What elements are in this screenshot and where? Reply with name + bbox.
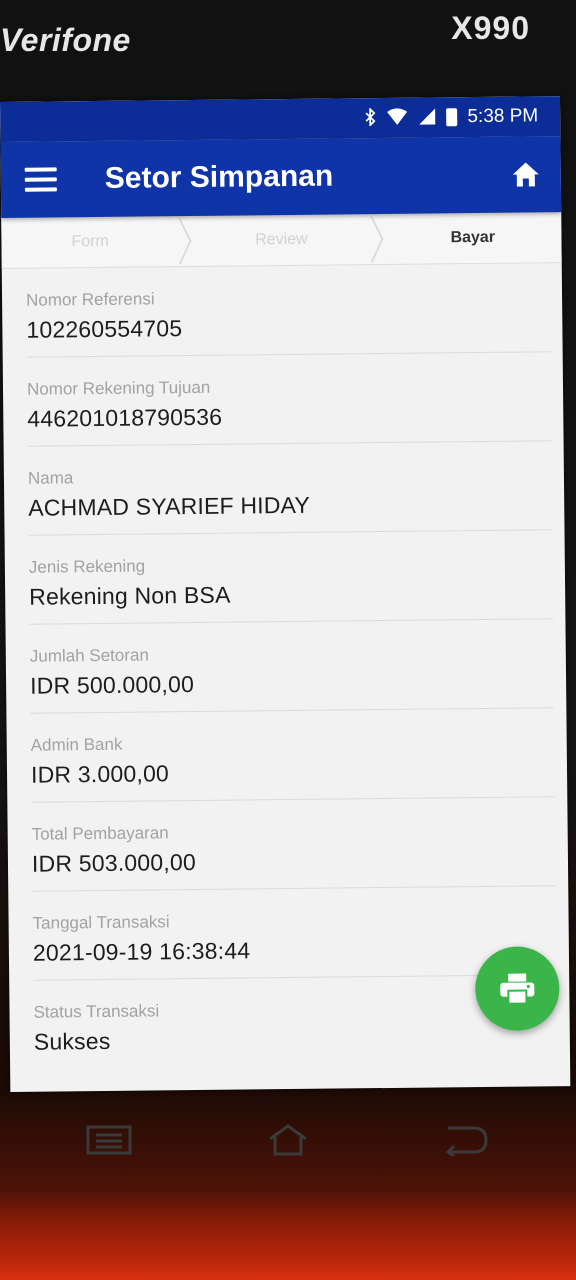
field-value: ACHMAD SYARIEF HIDAY bbox=[28, 491, 311, 521]
home-icon[interactable] bbox=[511, 159, 541, 189]
field-value: IDR 500.000,00 bbox=[29, 671, 195, 699]
field-value: 446201018790536 bbox=[27, 403, 223, 432]
battery-icon bbox=[446, 108, 458, 127]
field-label: Nomor Rekening Tujuan bbox=[26, 377, 211, 399]
field-admin-bank: Admin Bank IDR 3.000,00 bbox=[30, 708, 556, 803]
field-label: Tanggal Transaksi bbox=[32, 912, 170, 933]
field-nama: Nama ACHMAD SYARIEF HIDAY bbox=[27, 441, 553, 536]
field-label: Total Pembayaran bbox=[31, 823, 169, 844]
device-brand-logo: Verifone bbox=[0, 22, 131, 58]
recent-apps-button[interactable] bbox=[84, 1120, 134, 1160]
field-value: IDR 3.000,00 bbox=[30, 760, 170, 788]
status-bar: 5:38 PM bbox=[0, 96, 561, 142]
app-screen: 5:38 PM Setor Simpanan Form Review Bayar… bbox=[0, 96, 571, 1092]
recent-apps-icon bbox=[86, 1125, 132, 1155]
field-value: Rekening Non BSA bbox=[29, 581, 231, 610]
print-button[interactable] bbox=[474, 946, 560, 1032]
back-button[interactable] bbox=[442, 1120, 492, 1160]
field-jumlah-setoran: Jumlah Setoran IDR 500.000,00 bbox=[29, 619, 555, 714]
status-time: 5:38 PM bbox=[467, 105, 539, 128]
field-tanggal-transaksi: Tanggal Transaksi 2021-09-19 16:38:44 bbox=[32, 886, 558, 981]
system-navigation-bar bbox=[0, 1100, 576, 1180]
step-bayar[interactable]: Bayar bbox=[384, 212, 562, 264]
field-value: 102260554705 bbox=[26, 315, 183, 343]
step-separator bbox=[370, 215, 383, 263]
field-jenis-rekening: Jenis Rekening Rekening Non BSA bbox=[28, 530, 554, 625]
wifi-icon bbox=[386, 107, 408, 128]
transaction-details: Nomor Referensi 102260554705 Nomor Reken… bbox=[2, 263, 570, 1069]
field-nomor-referensi: Nomor Referensi 102260554705 bbox=[25, 263, 551, 358]
page-title: Setor Simpanan bbox=[104, 159, 334, 195]
field-label: Admin Bank bbox=[30, 734, 123, 755]
field-value: IDR 503.000,00 bbox=[31, 848, 197, 877]
back-icon bbox=[445, 1126, 488, 1156]
field-label: Jumlah Setoran bbox=[29, 645, 149, 666]
stepper: Form Review Bayar bbox=[1, 212, 562, 269]
app-bar: Setor Simpanan bbox=[0, 136, 562, 218]
print-icon bbox=[500, 973, 535, 1005]
field-nomor-rekening-tujuan: Nomor Rekening Tujuan 446201018790536 bbox=[26, 352, 552, 447]
field-value: 2021-09-19 16:38:44 bbox=[32, 937, 251, 966]
home-nav-icon bbox=[269, 1124, 307, 1156]
home-nav-button[interactable] bbox=[263, 1120, 313, 1160]
field-label: Nama bbox=[27, 468, 74, 488]
menu-icon[interactable] bbox=[24, 167, 57, 192]
payment-terminal: Verifone X990 5:38 PM Setor Simpanan For… bbox=[0, 0, 576, 1280]
field-label: Jenis Rekening bbox=[28, 556, 146, 577]
status-badge: Sukses bbox=[33, 1027, 111, 1055]
field-total-pembayaran: Total Pembayaran IDR 503.000,00 bbox=[31, 797, 557, 892]
field-label: Nomor Referensi bbox=[25, 289, 155, 310]
device-model-label: X990 bbox=[451, 10, 530, 46]
signal-icon bbox=[418, 107, 436, 128]
step-review[interactable]: Review bbox=[193, 214, 371, 266]
bluetooth-icon bbox=[364, 106, 376, 129]
step-form[interactable]: Form bbox=[1, 216, 179, 268]
device-casing bbox=[0, 1190, 576, 1280]
step-separator bbox=[178, 217, 192, 265]
